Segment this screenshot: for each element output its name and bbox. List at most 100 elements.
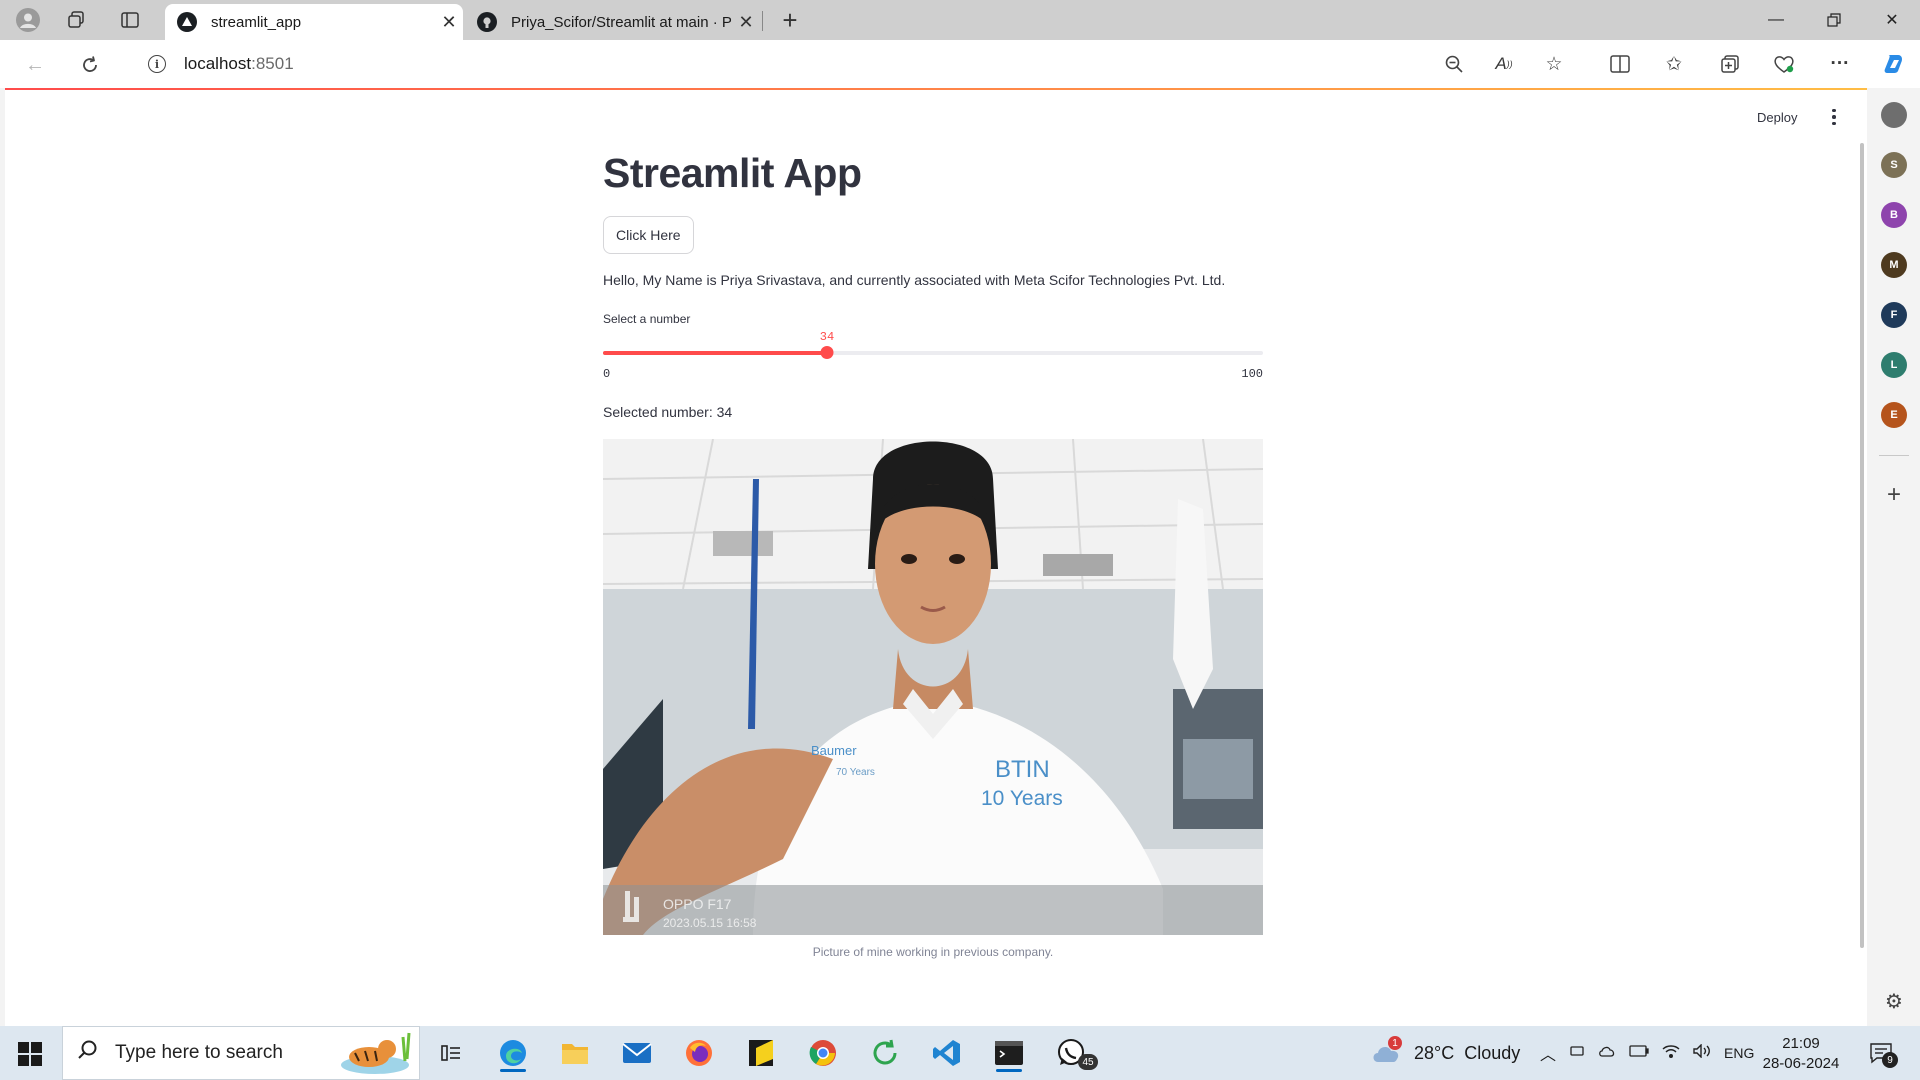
click-here-button[interactable]: Click Here (603, 216, 694, 254)
taskbar-file-explorer-icon[interactable] (556, 1034, 594, 1072)
task-view-icon[interactable] (432, 1034, 470, 1072)
minimize-icon[interactable]: — (1748, 0, 1804, 40)
zoom-out-icon[interactable] (1440, 50, 1468, 78)
streamlit-decoration-bar (5, 88, 1867, 90)
tab-separator (762, 11, 763, 31)
shirt-sub-text: 70 Years (836, 767, 875, 778)
tab-label: streamlit_app (211, 13, 302, 31)
taskbar-vscode-icon[interactable] (928, 1034, 966, 1072)
weather-text: 28°C Cloudy (1414, 1042, 1521, 1063)
tab-streamlit-app[interactable]: streamlit_app ✕ (165, 4, 463, 40)
cloudy-weather-icon: 1 (1370, 1036, 1404, 1066)
taskbar-firefox-icon[interactable] (680, 1034, 718, 1072)
weather-widget[interactable]: 1 28°C Cloudy (1370, 1026, 1520, 1080)
back-icon[interactable]: ← (22, 52, 48, 78)
browser-essentials-icon[interactable] (1770, 50, 1798, 78)
browser-title-bar: streamlit_app ✕ Priya_Scifor/Streamlit a… (0, 0, 1920, 40)
whatsapp-unread-badge: 45 (1078, 1054, 1098, 1070)
slider-fill (603, 351, 827, 355)
taskbar-mail-icon[interactable] (618, 1034, 656, 1072)
taskbar-refresh-app-icon[interactable] (866, 1034, 904, 1072)
battery-icon[interactable] (1629, 1044, 1649, 1062)
tab-github[interactable]: Priya_Scifor/Streamlit at main · Pr ✕ (465, 4, 760, 40)
edge-sidebar: S B M F L E + ⚙ (1867, 88, 1920, 1026)
collections-icon[interactable] (1716, 50, 1744, 78)
show-hidden-icons-chevron-icon[interactable]: ︿ (1540, 1041, 1556, 1065)
close-tab-icon[interactable]: ✕ (435, 12, 463, 33)
windows-start-icon[interactable] (18, 1042, 42, 1066)
url-host: localhost (184, 54, 252, 73)
slider-current-value: 34 (819, 330, 835, 344)
close-window-icon[interactable]: ✕ (1864, 0, 1920, 40)
meet-now-icon[interactable] (1569, 1043, 1585, 1064)
page-scrollbar[interactable] (1860, 143, 1864, 948)
active-indicator (996, 1069, 1022, 1072)
notification-center-icon[interactable]: 9 (1862, 1034, 1900, 1072)
slider-min-label: 0 (603, 367, 611, 381)
close-tab-icon[interactable]: ✕ (732, 12, 760, 33)
main-menu-icon[interactable] (1825, 106, 1843, 128)
new-tab-icon[interactable]: + (778, 5, 802, 35)
search-highlight-tiger-icon (341, 1032, 411, 1074)
reload-icon[interactable] (77, 52, 103, 78)
sidebar-avatar-s[interactable]: S (1881, 152, 1907, 178)
onedrive-cloud-icon[interactable] (1598, 1044, 1616, 1063)
settings-more-icon[interactable]: ··· (1826, 50, 1854, 78)
system-tray: ︿ ENG (1540, 1026, 1754, 1080)
slider-thumb[interactable] (820, 346, 834, 359)
shirt-years-text: 10 Years (981, 787, 1063, 810)
address-bar[interactable]: i localhost:8501 (124, 46, 1614, 82)
taskbar-chrome-icon[interactable] (804, 1034, 842, 1072)
profile-photo: Baumer 70 Years BTIN 10 Years OPPO F17 2… (603, 439, 1263, 935)
volume-icon[interactable] (1693, 1042, 1711, 1063)
site-info-icon[interactable]: i (148, 55, 166, 73)
slider-track[interactable] (603, 351, 1263, 355)
copilot-icon[interactable] (1880, 50, 1908, 78)
taskbar-terminal-icon[interactable] (990, 1034, 1028, 1072)
weather-alert-badge: 1 (1388, 1036, 1402, 1050)
sidebar-settings-gear-icon[interactable]: ⚙ (1881, 988, 1907, 1014)
deploy-button[interactable]: Deploy (1757, 110, 1797, 125)
selected-number-text: Selected number: 34 (603, 404, 733, 420)
favorite-star-icon[interactable]: ☆ (1540, 50, 1568, 78)
taskbar-search-box[interactable]: Type here to search (62, 1026, 420, 1080)
page-title: Streamlit App (603, 150, 862, 196)
restore-icon[interactable] (1806, 0, 1862, 40)
intro-text: Hello, My Name is Priya Srivastava, and … (603, 272, 1226, 288)
page-viewport: Deploy Streamlit App Click Here Hello, M… (5, 88, 1867, 1026)
sidebar-divider (1879, 455, 1909, 456)
sidebar-avatar-l[interactable]: L (1881, 352, 1907, 378)
sidebar-avatar-e[interactable]: E (1881, 402, 1907, 428)
shirt-brand-text: Baumer (811, 743, 857, 758)
sidebar-avatar-f[interactable]: F (1881, 302, 1907, 328)
photo-illustration: Baumer 70 Years BTIN 10 Years OPPO F17 2… (603, 439, 1263, 935)
search-icon (77, 1039, 99, 1067)
taskbar-edge-icon[interactable] (494, 1034, 532, 1072)
clock-time: 21:09 (1782, 1035, 1820, 1052)
tab-actions-icon[interactable] (118, 8, 142, 32)
slider-max-label: 100 (1241, 367, 1263, 381)
streamlit-favicon-icon (177, 12, 197, 32)
wifi-icon[interactable] (1662, 1044, 1680, 1063)
language-indicator[interactable]: ENG (1724, 1045, 1754, 1061)
add-sidebar-app-icon[interactable]: + (1881, 481, 1907, 508)
taskbar-whatsapp-icon[interactable]: 45 (1052, 1034, 1098, 1072)
slider-label: Select a number (603, 312, 691, 326)
split-screen-icon[interactable] (1606, 50, 1634, 78)
profile-icon[interactable] (16, 8, 40, 32)
workspaces-icon[interactable] (64, 8, 88, 32)
active-indicator (500, 1069, 526, 1072)
camera-model-text: OPPO F17 (663, 896, 732, 912)
github-favicon-icon (477, 12, 497, 32)
camera-timestamp-text: 2023.05.15 16:58 (663, 916, 757, 930)
shirt-btin-text: BTIN (995, 756, 1050, 783)
favorites-icon[interactable]: ✩ (1660, 50, 1688, 78)
sidebar-avatar-b[interactable]: B (1881, 202, 1907, 228)
taskbar-clock[interactable]: 21:09 28-06-2024 (1756, 1034, 1846, 1074)
read-aloud-icon[interactable]: A)) (1490, 50, 1518, 78)
taskbar-sticky-notes-icon[interactable] (742, 1034, 780, 1072)
search-placeholder: Type here to search (115, 1042, 283, 1063)
sidebar-avatar-m[interactable]: M (1881, 252, 1907, 278)
sidebar-avatar-profile[interactable] (1881, 102, 1907, 128)
tab-label: Priya_Scifor/Streamlit at main · Pr (511, 13, 732, 31)
